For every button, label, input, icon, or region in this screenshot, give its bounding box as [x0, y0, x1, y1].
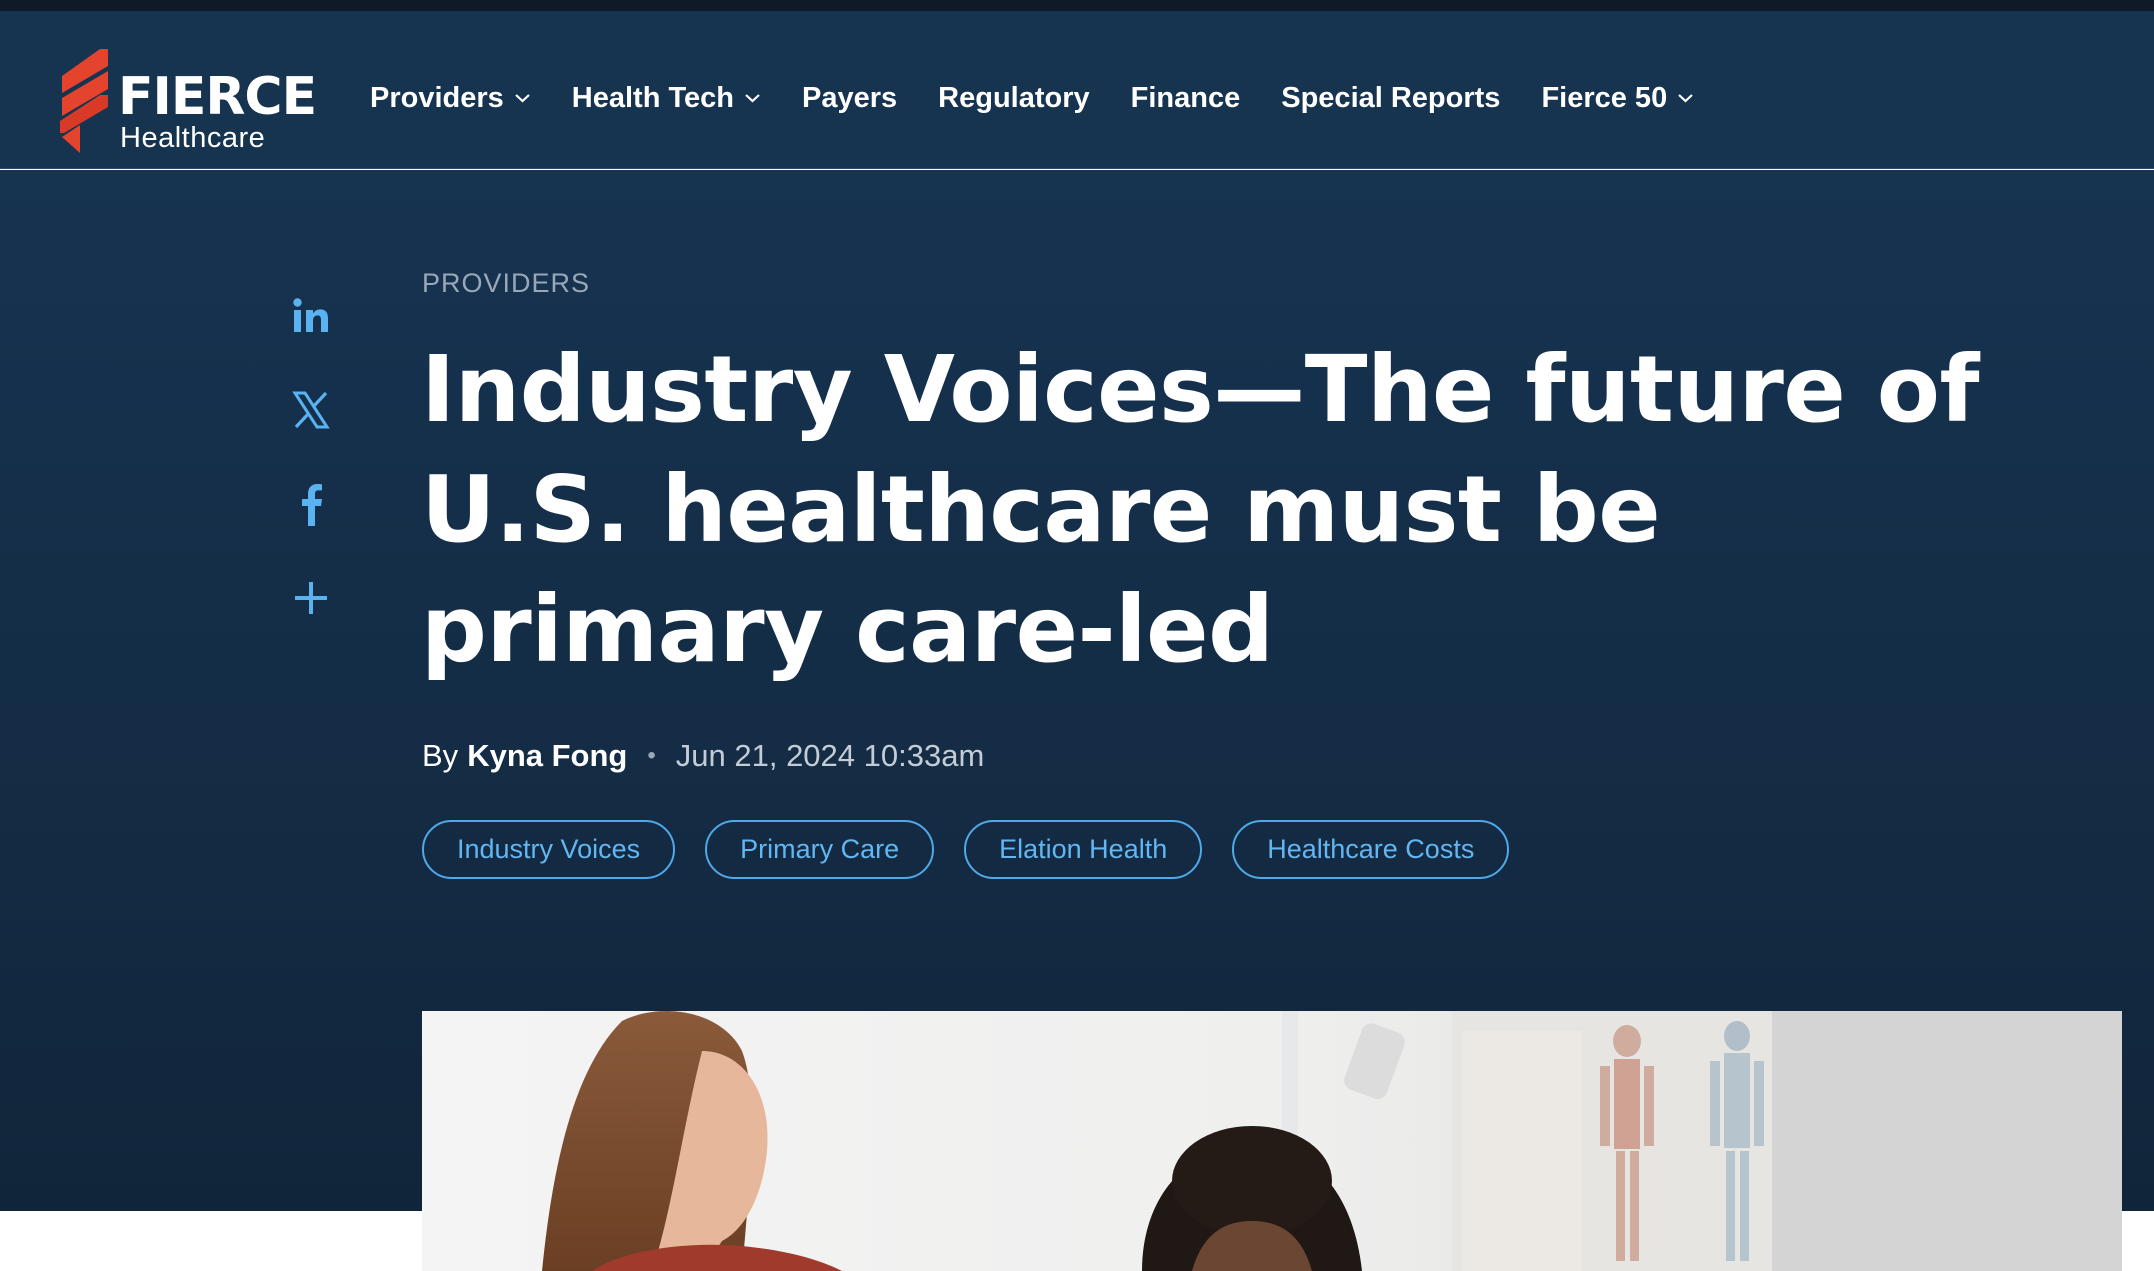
fierce-healthcare-logo[interactable]: FIERCE Healthcare: [56, 49, 326, 159]
nav-label: Fierce 50: [1541, 81, 1668, 114]
nav-item-payers[interactable]: Payers: [802, 82, 897, 115]
nav-item-regulatory[interactable]: Regulatory: [938, 82, 1089, 115]
article-kicker[interactable]: PROVIDERS: [422, 268, 590, 299]
byline-separator: •: [647, 742, 656, 769]
article-hero-image: [422, 1011, 2122, 1271]
nav-label: Finance: [1130, 81, 1241, 114]
chevron-down-icon: [1678, 94, 1693, 103]
main-nav: Providers Health Tech Payers Regulatory …: [370, 74, 1735, 122]
top-strip: [0, 0, 2154, 11]
tag-healthcare-costs[interactable]: Healthcare Costs: [1232, 820, 1510, 879]
tag-industry-voices[interactable]: Industry Voices: [422, 820, 676, 879]
chevron-down-icon: [745, 94, 760, 103]
nav-item-special-reports[interactable]: Special Reports: [1281, 82, 1500, 115]
logo-subtitle: Healthcare: [120, 122, 266, 154]
nav-label: Special Reports: [1281, 81, 1501, 114]
linkedin-icon: [293, 298, 328, 332]
nav-item-finance[interactable]: Finance: [1131, 82, 1241, 115]
facebook-icon: [302, 484, 322, 526]
article-byline: By Kyna Fong • Jun 21, 2024 10:33am: [422, 738, 984, 774]
byline-prefix: By: [422, 738, 459, 773]
logo-mark-icon: [60, 49, 108, 153]
publish-date: Jun 21, 2024 10:33am: [675, 738, 985, 773]
share-x-button[interactable]: [285, 384, 337, 436]
tag-primary-care[interactable]: Primary Care: [705, 820, 935, 879]
nav-label: Providers: [370, 81, 504, 114]
nav-item-health-tech[interactable]: Health Tech: [572, 82, 761, 115]
exam-room-photo: [422, 1011, 2122, 1271]
x-icon: [292, 391, 330, 429]
share-linkedin-button[interactable]: [285, 290, 337, 342]
article-headline: Industry Voices—The future of U.S. healt…: [421, 336, 1980, 683]
share-facebook-button[interactable]: [285, 478, 337, 530]
nav-label: Regulatory: [938, 81, 1090, 114]
chevron-down-icon: [515, 94, 530, 103]
nav-label: Health Tech: [571, 81, 735, 114]
article-tags: Industry Voices Primary Care Elation Hea…: [422, 820, 1539, 879]
nav-item-fierce-50[interactable]: Fierce 50: [1541, 82, 1694, 115]
nav-label: Payers: [802, 81, 898, 114]
site-header: FIERCE Healthcare Providers Health Tech …: [0, 11, 2154, 169]
page: FIERCE Healthcare Providers Health Tech …: [0, 0, 2154, 1271]
author-link[interactable]: Kyna Fong: [467, 738, 627, 774]
logo-wordmark: FIERCE: [118, 67, 317, 127]
plus-icon: [295, 582, 327, 614]
share-more-button[interactable]: [285, 572, 337, 624]
tag-elation-health[interactable]: Elation Health: [964, 820, 1203, 879]
nav-item-providers[interactable]: Providers: [370, 82, 531, 115]
